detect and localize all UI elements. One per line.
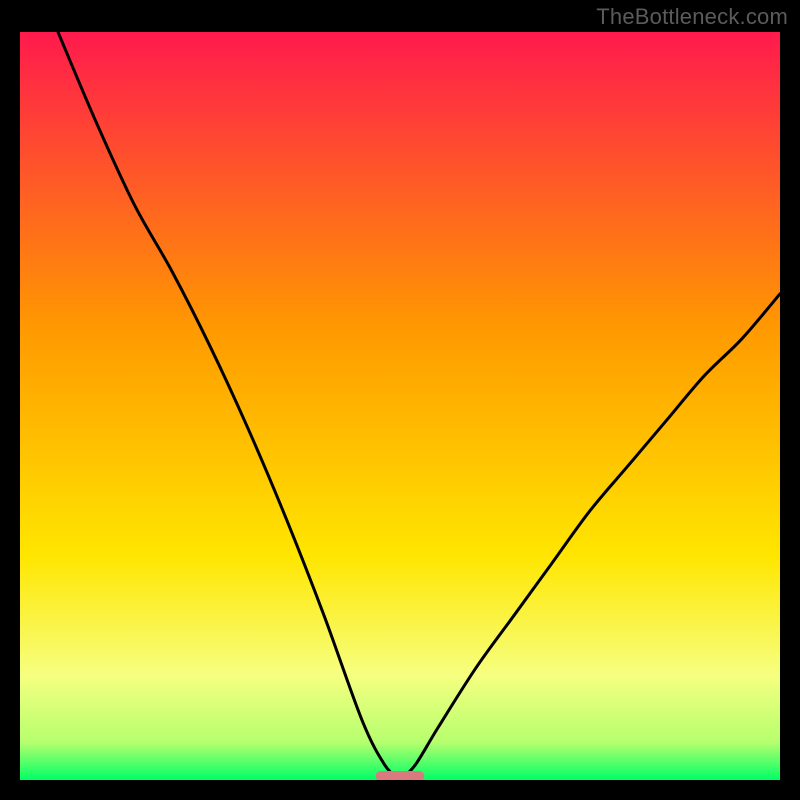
bottleneck-chart [20,32,780,780]
watermark-text: TheBottleneck.com [596,4,788,30]
minimum-marker [376,771,425,780]
gradient-background [20,32,780,780]
chart-container: TheBottleneck.com [0,0,800,800]
